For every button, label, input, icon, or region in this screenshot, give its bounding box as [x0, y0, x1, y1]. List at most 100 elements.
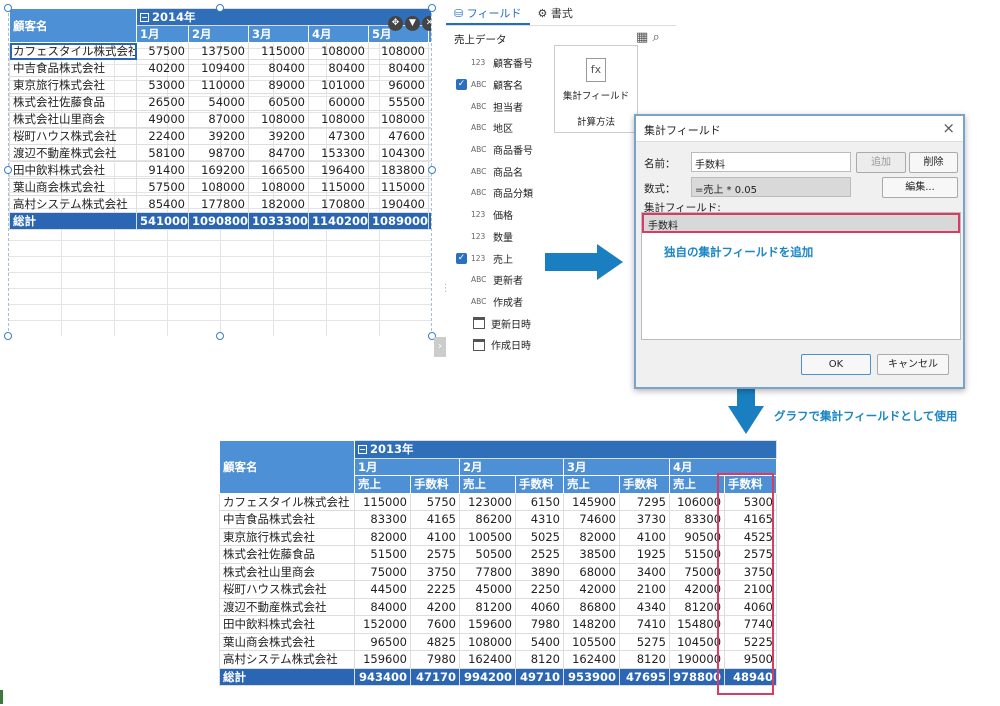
collapse-icon[interactable]: −: [358, 445, 367, 455]
resize-handle-tr[interactable]: [428, 4, 436, 12]
value-cell[interactable]: 98700: [188, 144, 249, 162]
value-cell[interactable]: 5025: [515, 527, 564, 546]
customer-name-cell[interactable]: 渡辺不動産株式会社: [219, 597, 355, 616]
field-item[interactable]: ABC 担当者: [456, 95, 556, 117]
value-cell[interactable]: 80400: [248, 59, 309, 77]
value-cell[interactable]: 108000: [308, 110, 369, 128]
value-cell[interactable]: 152000: [354, 615, 411, 634]
field-item[interactable]: ABC 商品名: [456, 160, 556, 182]
value-cell[interactable]: 3400: [619, 562, 670, 581]
field-item[interactable]: 123 数量: [456, 226, 556, 248]
customer-name-cell[interactable]: 株式会社佐藤食品: [9, 93, 137, 111]
customer-name-cell[interactable]: 桜町ハウス株式会社: [9, 127, 137, 145]
value-cell[interactable]: 153300: [308, 144, 369, 162]
customer-name-cell[interactable]: カフェスタイル株式会社: [219, 492, 355, 511]
checkbox-empty[interactable]: [456, 231, 467, 242]
value-cell[interactable]: 4100: [410, 527, 460, 546]
value-cell[interactable]: 80400: [368, 59, 429, 77]
value-cell[interactable]: 5275: [619, 632, 670, 651]
field-item[interactable]: 作成日時: [456, 334, 556, 356]
value-cell[interactable]: 91400: [136, 161, 189, 179]
edit-button[interactable]: 編集...: [882, 177, 958, 198]
checkbox-empty[interactable]: [456, 187, 467, 198]
value-cell[interactable]: 50500: [459, 545, 516, 564]
value-cell[interactable]: 7600: [410, 615, 460, 634]
value-cell[interactable]: 44500: [354, 580, 411, 599]
top-pivot-grid[interactable]: 顧客名−2014年1月2月3月4月5月6カフェスタイル株式会社575001375…: [8, 8, 432, 336]
field-item[interactable]: ABC 商品分類: [456, 182, 556, 204]
value-cell[interactable]: 101000: [308, 76, 369, 94]
customer-name-cell[interactable]: 渡辺不動産株式会社: [9, 144, 137, 162]
delete-button[interactable]: 削除: [909, 152, 958, 173]
checkbox-empty[interactable]: [456, 209, 467, 220]
value-cell[interactable]: 170800: [308, 195, 369, 213]
value-cell[interactable]: 110000: [188, 76, 249, 94]
value-cell[interactable]: 137500: [188, 42, 249, 60]
checkbox-empty[interactable]: [456, 166, 467, 177]
value-cell[interactable]: 5400: [515, 632, 564, 651]
value-cell[interactable]: 105500: [563, 632, 620, 651]
checkbox-empty[interactable]: [456, 57, 467, 68]
value-cell[interactable]: 75000: [354, 562, 411, 581]
value-cell[interactable]: 3750: [410, 562, 460, 581]
value-cell[interactable]: 96000: [368, 76, 429, 94]
value-cell[interactable]: 159600: [354, 650, 411, 669]
tab-format[interactable]: ⚙ 書式: [530, 0, 581, 25]
value-cell[interactable]: 115000: [308, 178, 369, 196]
value-cell[interactable]: 2575: [410, 545, 460, 564]
value-cell[interactable]: 5750: [410, 492, 460, 511]
checkbox-empty[interactable]: [456, 296, 467, 307]
cancel-button[interactable]: キャンセル: [877, 354, 949, 375]
value-cell[interactable]: 58100: [136, 144, 189, 162]
value-cell[interactable]: 87000: [188, 110, 249, 128]
customer-name-cell[interactable]: 株式会社山里商会: [9, 110, 137, 128]
value-cell[interactable]: 169200: [188, 161, 249, 179]
value-cell[interactable]: 60000: [308, 93, 369, 111]
value-cell[interactable]: 108000: [248, 178, 309, 196]
value-cell[interactable]: 108000: [188, 178, 249, 196]
customer-name-cell[interactable]: 中吉食品株式会社: [9, 59, 137, 77]
value-cell[interactable]: 74600: [563, 510, 620, 529]
value-cell[interactable]: 115000: [248, 42, 309, 60]
value-cell[interactable]: 54000: [188, 93, 249, 111]
grid-view-icon[interactable]: ▦: [636, 30, 648, 45]
value-cell[interactable]: 86800: [563, 597, 620, 616]
value-cell[interactable]: 100500: [459, 527, 516, 546]
value-cell[interactable]: 4340: [619, 597, 670, 616]
move-icon[interactable]: ✥: [388, 16, 403, 31]
value-cell[interactable]: 2100: [619, 580, 670, 599]
field-item[interactable]: ABC 更新者: [456, 269, 556, 291]
value-cell[interactable]: 57500: [136, 42, 189, 60]
value-cell[interactable]: 40200: [136, 59, 189, 77]
field-item[interactable]: ✓ ABC 顧客名: [456, 74, 556, 96]
value-cell[interactable]: 26500: [136, 93, 189, 111]
field-item[interactable]: 123 価格: [456, 204, 556, 226]
value-cell[interactable]: 47300: [308, 127, 369, 145]
checkbox-empty[interactable]: [456, 101, 467, 112]
value-cell[interactable]: 4200: [410, 597, 460, 616]
calc-field-menu-item[interactable]: 集計フィールド: [555, 88, 637, 102]
value-cell[interactable]: 82000: [563, 527, 620, 546]
value-cell[interactable]: 38500: [563, 545, 620, 564]
value-cell[interactable]: 108000: [368, 42, 429, 60]
value-cell[interactable]: 45000: [459, 580, 516, 599]
value-cell[interactable]: 7980: [515, 615, 564, 634]
name-field[interactable]: 手数料: [691, 152, 851, 172]
value-cell[interactable]: 86200: [459, 510, 516, 529]
value-cell[interactable]: 4310: [515, 510, 564, 529]
value-cell[interactable]: 183800: [368, 161, 429, 179]
value-cell[interactable]: 96500: [354, 632, 411, 651]
value-cell[interactable]: 108000: [308, 42, 369, 60]
value-cell[interactable]: 190400: [368, 195, 429, 213]
value-cell[interactable]: 109400: [188, 59, 249, 77]
value-cell[interactable]: 39200: [188, 127, 249, 145]
value-cell[interactable]: 57500: [136, 178, 189, 196]
value-cell[interactable]: 51500: [354, 545, 411, 564]
tab-fields[interactable]: ⛁ フィールド: [446, 0, 530, 25]
value-cell[interactable]: 177800: [188, 195, 249, 213]
collapse-icon[interactable]: −: [140, 13, 149, 22]
value-cell[interactable]: 53000: [136, 76, 189, 94]
resize-handle-mr[interactable]: [428, 166, 436, 174]
value-cell[interactable]: 123000: [459, 492, 516, 511]
checkbox-empty[interactable]: [456, 339, 467, 350]
